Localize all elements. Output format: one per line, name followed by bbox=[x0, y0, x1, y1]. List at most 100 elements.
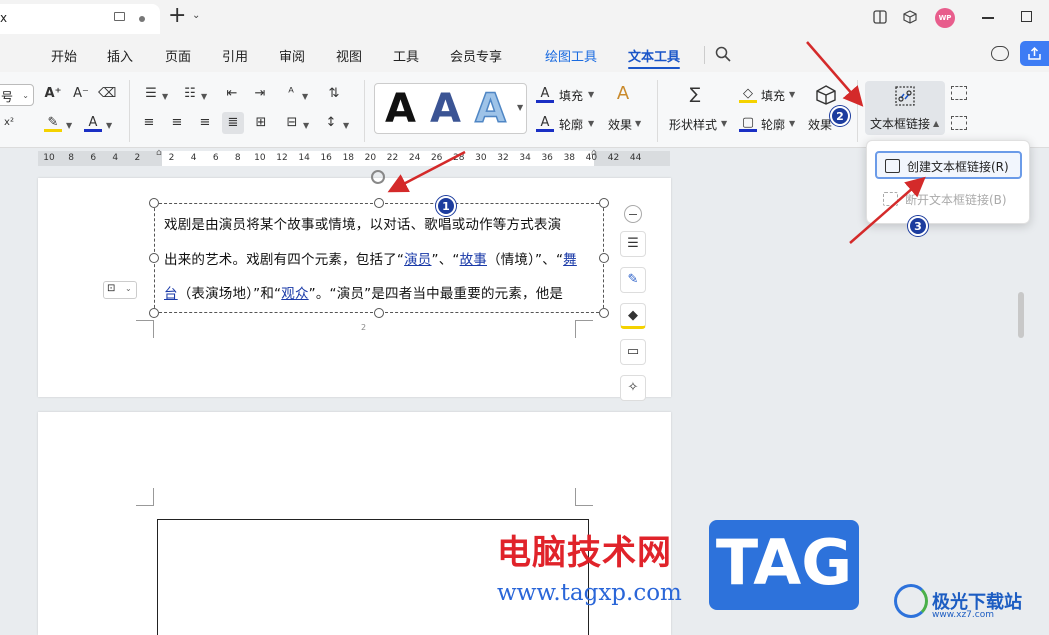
font-size-select[interactable]: 号 ⌄ bbox=[0, 84, 34, 106]
text-fill-chevron-down-icon[interactable]: ▼ bbox=[588, 90, 594, 99]
hyperlink-stage-cont[interactable]: 台 bbox=[164, 286, 178, 302]
highlight-icon[interactable]: ✎ bbox=[44, 114, 62, 132]
user-avatar[interactable]: WP bbox=[935, 8, 955, 28]
create-textbox-link-item[interactable]: 创建文本框链接(R) bbox=[875, 151, 1022, 179]
search-icon[interactable] bbox=[715, 46, 731, 62]
menu-view[interactable]: 视图 bbox=[336, 46, 362, 65]
increase-indent-icon[interactable]: ⇥ bbox=[251, 85, 269, 103]
text-fill-label[interactable]: 填充 bbox=[559, 87, 583, 104]
cube-icon[interactable] bbox=[903, 10, 917, 24]
new-tab-plus-icon[interactable]: + bbox=[168, 5, 186, 27]
shape-style-icon[interactable]: ∑ bbox=[686, 85, 704, 103]
menu-reference[interactable]: 引用 bbox=[222, 46, 248, 65]
resize-handle[interactable] bbox=[599, 253, 609, 263]
line-spacing-chevron-down-icon[interactable]: ▼ bbox=[343, 121, 349, 130]
document-tab[interactable]: x bbox=[0, 4, 160, 34]
text-style-blue[interactable]: A bbox=[430, 86, 461, 132]
magic-tools-icon[interactable]: ✧ bbox=[620, 375, 646, 401]
indent-marker-icon[interactable]: ⌂ bbox=[156, 148, 162, 158]
textbox-frame-icon-2[interactable] bbox=[951, 116, 967, 130]
resize-handle[interactable] bbox=[149, 253, 159, 263]
maximize-button[interactable] bbox=[1021, 11, 1032, 22]
shape-outline-icon[interactable]: ▢ bbox=[739, 114, 757, 132]
resize-handle[interactable] bbox=[149, 198, 159, 208]
text-outline-icon[interactable]: A bbox=[536, 114, 554, 132]
right-indent-marker-icon[interactable]: ⌂ bbox=[591, 148, 597, 158]
vertical-scrollbar[interactable] bbox=[1018, 292, 1024, 338]
bullet-list-chevron-down-icon[interactable]: ▼ bbox=[162, 92, 168, 101]
collapse-icon[interactable] bbox=[624, 205, 642, 223]
text-direction-chevron-down-icon[interactable]: ▼ bbox=[302, 92, 308, 101]
superscript-icon[interactable]: x² bbox=[0, 114, 18, 132]
fill-bucket-icon[interactable]: ◆ bbox=[620, 303, 646, 329]
pen-style-icon[interactable]: ✎ bbox=[620, 267, 646, 293]
font-color-icon[interactable]: A bbox=[84, 114, 102, 132]
hyperlink-stage[interactable]: 舞 bbox=[563, 252, 577, 268]
shape-fill-label[interactable]: 填充 bbox=[761, 87, 785, 104]
menu-drawing-tools[interactable]: 绘图工具 bbox=[545, 46, 597, 65]
new-tab-chevron-down-icon[interactable]: ⌄ bbox=[192, 10, 200, 21]
line-spacing-icon[interactable]: ↕ bbox=[322, 114, 340, 132]
monitor-icon[interactable] bbox=[114, 12, 125, 21]
align-left-icon[interactable]: ≡ bbox=[140, 114, 158, 132]
styles-more-chevron-down-icon[interactable]: ▼ bbox=[517, 103, 523, 112]
shape-style-label[interactable]: 形状样式 bbox=[669, 116, 717, 133]
hyperlink-story[interactable]: 故事 bbox=[460, 252, 487, 268]
menu-page[interactable]: 页面 bbox=[165, 46, 191, 65]
shape-fill-chevron-down-icon[interactable]: ▼ bbox=[789, 90, 795, 99]
share-button[interactable] bbox=[1020, 41, 1049, 66]
text-styles-gallery[interactable]: A A A bbox=[374, 83, 527, 134]
highlight-chevron-down-icon[interactable]: ▼ bbox=[66, 121, 72, 130]
comment-bubble-icon[interactable] bbox=[991, 46, 1009, 61]
decrease-font-icon[interactable]: A⁻ bbox=[72, 85, 90, 103]
text-effect-icon[interactable]: A bbox=[614, 85, 632, 103]
shape-outline-chevron-down-icon[interactable]: ▼ bbox=[789, 119, 795, 128]
horizontal-ruler[interactable]: 10 8 6 4 2 2 4 6 8 10 12 14 16 18 20 22 24 26 28 30 32 34 36 38… bbox=[38, 148, 670, 166]
bullet-list-icon[interactable]: ☰ bbox=[142, 85, 160, 103]
resize-handle[interactable] bbox=[374, 308, 384, 318]
minimize-button[interactable] bbox=[982, 17, 994, 19]
textbox-link-button[interactable]: 文本框链接 ▲ bbox=[865, 81, 945, 135]
resize-handle[interactable] bbox=[149, 308, 159, 318]
layout-icon[interactable] bbox=[873, 10, 887, 24]
vertical-align-icon[interactable]: ⊟ bbox=[283, 114, 301, 132]
eraser-icon[interactable]: ⌫ bbox=[98, 85, 116, 103]
distributed-icon[interactable]: ⊞ bbox=[252, 114, 270, 132]
shape-effect-icon[interactable] bbox=[815, 84, 837, 106]
shape-effect-label[interactable]: 效果 bbox=[808, 116, 832, 133]
break-textbox-link-item[interactable]: 断开文本框链接(B) bbox=[875, 186, 1022, 214]
text-wrap-icon[interactable]: ☰ bbox=[620, 231, 646, 257]
layout-options-button[interactable]: ⊡ ⌄ bbox=[103, 281, 137, 299]
text-effect-label[interactable]: 效果 bbox=[608, 116, 632, 133]
unsaved-dot-icon[interactable] bbox=[139, 16, 145, 22]
text-outline-chevron-down-icon[interactable]: ▼ bbox=[588, 119, 594, 128]
rotate-handle-icon[interactable] bbox=[371, 170, 385, 184]
menu-home[interactable]: 开始 bbox=[51, 46, 77, 65]
text-fill-icon[interactable]: A bbox=[536, 85, 554, 103]
text-direction-icon[interactable]: ᴬ bbox=[282, 85, 300, 103]
menu-insert[interactable]: 插入 bbox=[107, 46, 133, 65]
sort-icon[interactable]: ⇅ bbox=[325, 85, 343, 103]
numbered-list-chevron-down-icon[interactable]: ▼ bbox=[201, 92, 207, 101]
hyperlink-actor[interactable]: 演员 bbox=[404, 252, 431, 268]
align-right-icon[interactable]: ≡ bbox=[196, 114, 214, 132]
justify-icon[interactable]: ≣ bbox=[222, 112, 244, 134]
text-style-black[interactable]: A bbox=[385, 86, 416, 132]
outline-frame-icon[interactable]: ▭ bbox=[620, 339, 646, 365]
font-color-chevron-down-icon[interactable]: ▼ bbox=[106, 121, 112, 130]
hyperlink-audience[interactable]: 观众 bbox=[281, 286, 308, 302]
text-effect-chevron-down-icon[interactable]: ▼ bbox=[635, 119, 641, 128]
shape-outline-label[interactable]: 轮廓 bbox=[761, 116, 785, 133]
text-box[interactable]: 戏剧是由演员将某个故事或情境，以对话、歌唱或动作等方式表演 出来的艺术。戏剧有四… bbox=[154, 203, 604, 313]
increase-font-icon[interactable]: A⁺ bbox=[44, 85, 62, 103]
resize-handle[interactable] bbox=[374, 198, 384, 208]
resize-handle[interactable] bbox=[599, 198, 609, 208]
menu-tools[interactable]: 工具 bbox=[393, 46, 419, 65]
shape-style-chevron-down-icon[interactable]: ▼ bbox=[721, 119, 727, 128]
menu-text-tools[interactable]: 文本工具 bbox=[628, 46, 680, 65]
textbox-frame-icon[interactable] bbox=[951, 86, 967, 100]
numbered-list-icon[interactable]: ☷ bbox=[181, 85, 199, 103]
shape-fill-icon[interactable]: ◇ bbox=[739, 85, 757, 103]
text-style-outline[interactable]: A bbox=[474, 85, 506, 133]
menu-review[interactable]: 审阅 bbox=[279, 46, 305, 65]
